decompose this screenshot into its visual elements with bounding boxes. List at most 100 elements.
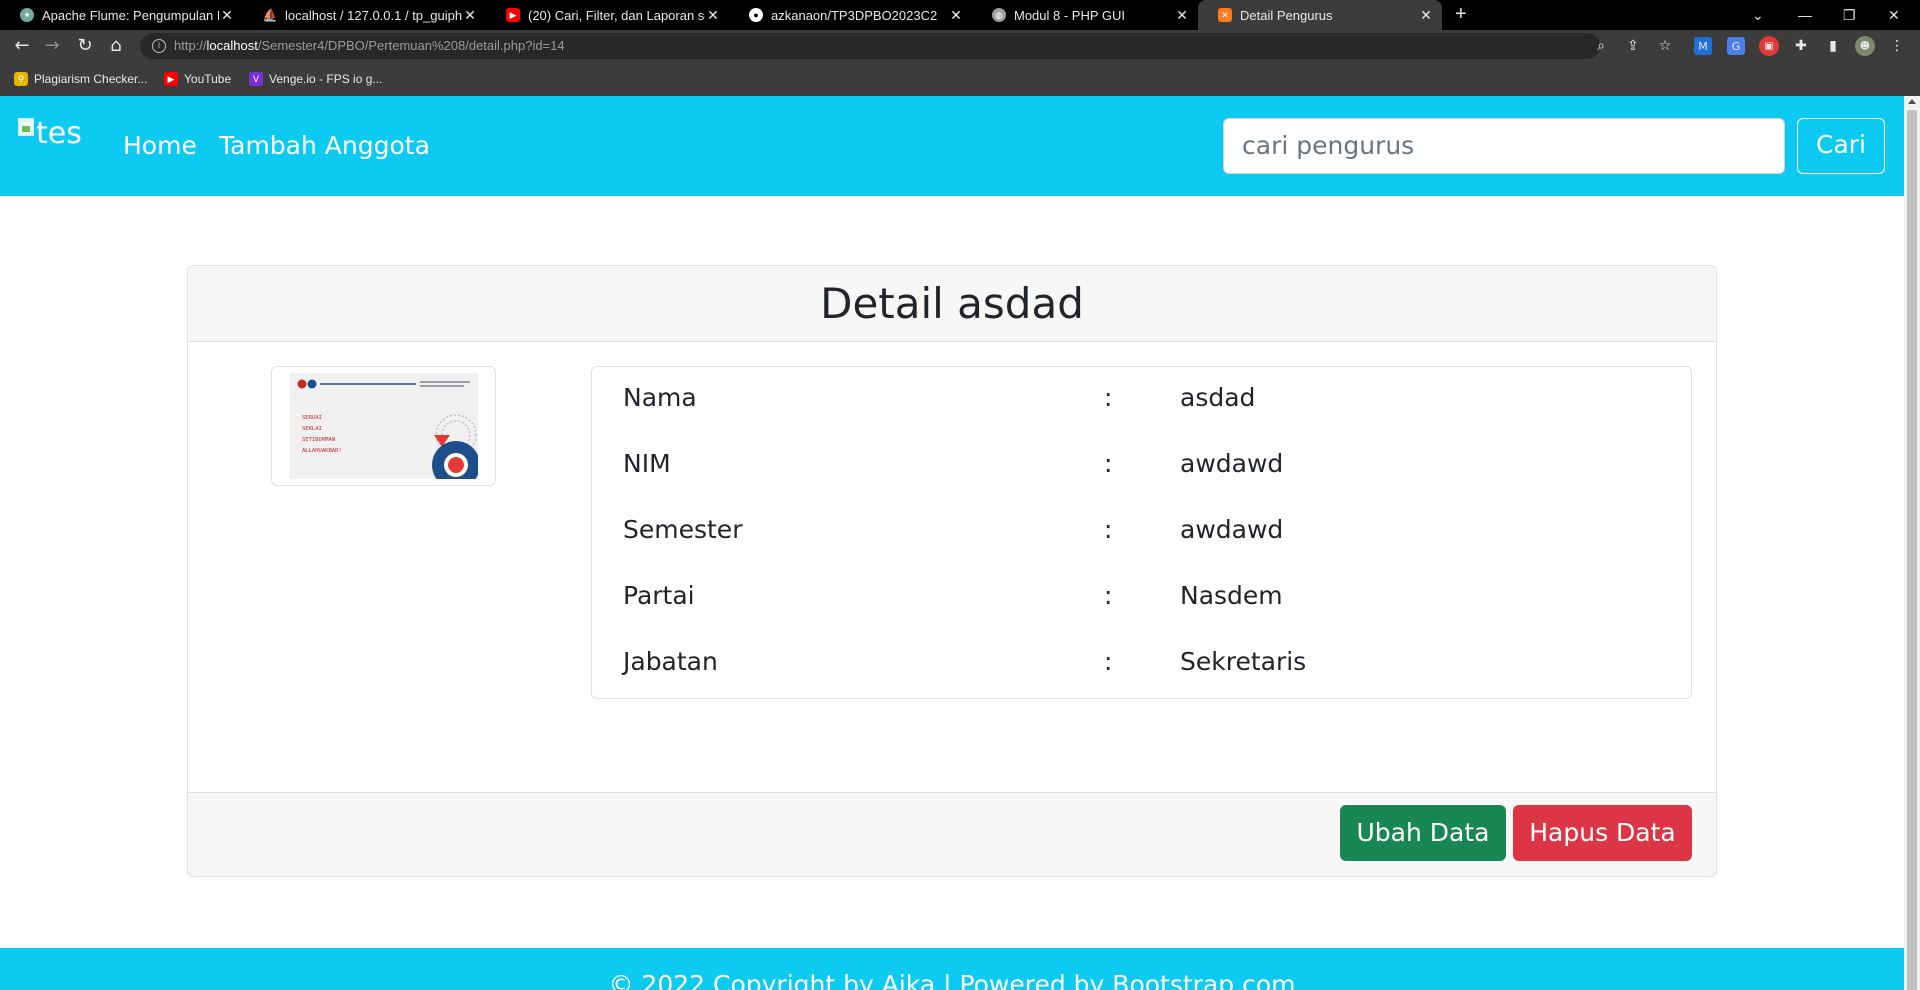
- url-scheme: http://: [174, 38, 207, 53]
- scrollbar-thumb[interactable]: [1907, 110, 1917, 990]
- poster-line-4: ALLAHUAKBAR!: [302, 448, 342, 454]
- detail-row: Semester : awdawd: [592, 515, 1691, 555]
- field-separator: :: [1104, 647, 1113, 676]
- youtube-icon: ▶: [506, 8, 520, 22]
- tab-title: (20) Cari, Filter, dan Laporan sed: [528, 7, 705, 23]
- share-icon[interactable]: ⇪: [1623, 36, 1643, 56]
- profile-image-frame: SERUAI SEKLAI SETIBORMAN ALLAHUAKBAR!: [271, 366, 496, 486]
- detail-card: Detail asdad SERUAI SEKLAI SETIBORMAN AL…: [187, 265, 1717, 877]
- poster-line-1: SERUAI: [302, 415, 322, 421]
- detail-row: Partai : Nasdem: [592, 581, 1691, 621]
- close-icon[interactable]: ✕: [219, 7, 235, 24]
- page-scrollbar[interactable]: [1904, 96, 1920, 990]
- field-separator: :: [1104, 449, 1113, 478]
- bookmark-star-icon[interactable]: ☆: [1655, 36, 1675, 56]
- detail-row: Nama : asdad: [592, 383, 1691, 423]
- page-footer: © 2022 Copyright by Aika | Powered by Bo…: [0, 948, 1904, 990]
- field-value: Sekretaris: [1180, 647, 1307, 676]
- field-label: Jabatan: [623, 647, 718, 676]
- tab-title: Apache Flume: Pengumpulan Da: [42, 7, 219, 23]
- nav-link-tambah-anggota[interactable]: Tambah Anggota: [219, 131, 430, 160]
- card-footer: Ubah Data Hapus Data: [188, 792, 1716, 876]
- browser-tab[interactable]: ● azkanaon/TP3DPBO2023C2 ✕: [729, 0, 972, 30]
- close-icon[interactable]: ✕: [1174, 7, 1190, 24]
- browser-tab[interactable]: ▶ (20) Cari, Filter, dan Laporan sed ✕: [486, 0, 729, 30]
- poster-line-2: SEKLAI: [302, 426, 322, 432]
- footer-text: © 2022 Copyright by Aika | Powered by Bo…: [608, 970, 1296, 990]
- delete-button[interactable]: Hapus Data: [1513, 805, 1692, 861]
- extension-red-icon[interactable]: ▣: [1759, 36, 1779, 56]
- field-separator: :: [1104, 581, 1113, 610]
- bookmark-item[interactable]: V Venge.io - FPS io g...: [249, 70, 382, 88]
- new-tab-icon[interactable]: +: [1455, 3, 1467, 26]
- site-info-icon[interactable]: i: [152, 39, 166, 53]
- tab-title: localhost / 127.0.0.1 / tp_guiphp: [285, 7, 462, 23]
- zoom-icon[interactable]: ⌕: [1591, 36, 1611, 56]
- profile-image: SERUAI SEKLAI SETIBORMAN ALLAHUAKBAR!: [290, 373, 478, 479]
- app-navbar: tes Home Tambah Anggota cari pengurus Ca…: [0, 96, 1904, 196]
- poster-graphic: SERUAI SEKLAI SETIBORMAN ALLAHUAKBAR!: [290, 373, 478, 479]
- detail-info-box: Nama : asdad NIM : awdawd Semester : awd…: [591, 366, 1692, 699]
- bookmark-item[interactable]: ⚲ Plagiarism Checker...: [14, 70, 147, 88]
- reload-icon[interactable]: ↻: [73, 34, 97, 58]
- tab-title: azkanaon/TP3DPBO2023C2: [771, 7, 938, 23]
- poster-line-3: SETIBORMAN: [302, 437, 335, 443]
- side-panel-icon[interactable]: ▮: [1823, 36, 1843, 56]
- xampp-icon: ✕: [1218, 8, 1232, 22]
- field-value: awdawd: [1180, 515, 1284, 544]
- field-value: awdawd: [1180, 449, 1284, 478]
- translate-icon[interactable]: G: [1727, 37, 1745, 55]
- field-separator: :: [1104, 515, 1113, 544]
- edit-button[interactable]: Ubah Data: [1340, 805, 1506, 861]
- nav-link-home[interactable]: Home: [123, 131, 197, 160]
- field-label: Semester: [623, 515, 743, 544]
- search-input[interactable]: cari pengurus: [1223, 118, 1785, 174]
- browser-tab[interactable]: ◍ Modul 8 - PHP GUI ✕: [972, 0, 1198, 30]
- github-icon: ●: [749, 8, 763, 22]
- url-host: localhost: [206, 38, 258, 53]
- field-label: Nama: [623, 383, 697, 412]
- broken-image-icon: [18, 118, 34, 136]
- detail-row: NIM : awdawd: [592, 449, 1691, 489]
- globe-icon: ◍: [992, 8, 1006, 22]
- profile-avatar-icon[interactable]: ☻: [1855, 36, 1875, 56]
- brand-logo[interactable]: tes: [18, 116, 82, 151]
- browser-tab-active[interactable]: ✕ Detail Pengurus ✕: [1198, 0, 1442, 30]
- url-path: /Semester4/DPBO/Pertemuan%208/detail.php…: [257, 38, 565, 53]
- close-icon[interactable]: ✕: [948, 7, 964, 24]
- scroll-up-arrow-icon[interactable]: [1908, 99, 1916, 104]
- extensions-puzzle-icon[interactable]: ✚: [1791, 36, 1811, 56]
- page-viewport: tes Home Tambah Anggota cari pengurus Ca…: [0, 96, 1904, 990]
- close-icon[interactable]: ✕: [1418, 7, 1434, 24]
- home-icon[interactable]: ⌂: [104, 34, 128, 58]
- bookmark-label: Venge.io - FPS io g...: [269, 72, 383, 86]
- menu-kebab-icon[interactable]: ⋮: [1887, 36, 1907, 56]
- browser-tab[interactable]: ⛵ localhost / 127.0.0.1 / tp_guiphp ✕: [243, 0, 486, 30]
- bookmarks-bar: ⚲ Plagiarism Checker... ▶ YouTube V Veng…: [0, 62, 1920, 96]
- minimize-icon[interactable]: —: [1798, 0, 1812, 30]
- field-separator: :: [1104, 383, 1113, 412]
- detail-row: Jabatan : Sekretaris: [592, 647, 1691, 687]
- field-value: Nasdem: [1180, 581, 1283, 610]
- browser-tab[interactable]: ✦ Apache Flume: Pengumpulan Da ✕: [0, 0, 243, 30]
- page-title: Detail asdad: [820, 279, 1084, 328]
- back-icon[interactable]: ←: [10, 34, 34, 58]
- restore-icon[interactable]: ❐: [1843, 0, 1856, 30]
- window-close-icon[interactable]: ✕: [1888, 0, 1900, 30]
- bookmark-label: YouTube: [184, 72, 232, 86]
- bookmark-label: Plagiarism Checker...: [34, 72, 148, 86]
- search-button[interactable]: Cari: [1797, 118, 1885, 174]
- extension-m-icon[interactable]: M: [1694, 37, 1712, 55]
- tab-title: Detail Pengurus: [1240, 7, 1333, 23]
- forward-icon[interactable]: →: [40, 34, 64, 58]
- brand-alt-text: tes: [36, 116, 82, 151]
- bookmark-item[interactable]: ▶ YouTube: [164, 70, 231, 88]
- close-icon[interactable]: ✕: [705, 7, 721, 24]
- tab-title: Modul 8 - PHP GUI: [1014, 7, 1126, 23]
- field-label: Partai: [623, 581, 695, 610]
- browser-tab-strip: ✦ Apache Flume: Pengumpulan Da ✕ ⛵ local…: [0, 0, 1920, 30]
- close-icon[interactable]: ✕: [462, 7, 478, 24]
- magnifier-icon: ⚲: [14, 72, 28, 86]
- address-bar[interactable]: i http://localhost/Semester4/DPBO/Pertem…: [140, 33, 1600, 59]
- tab-search-icon[interactable]: ⌄: [1752, 0, 1764, 30]
